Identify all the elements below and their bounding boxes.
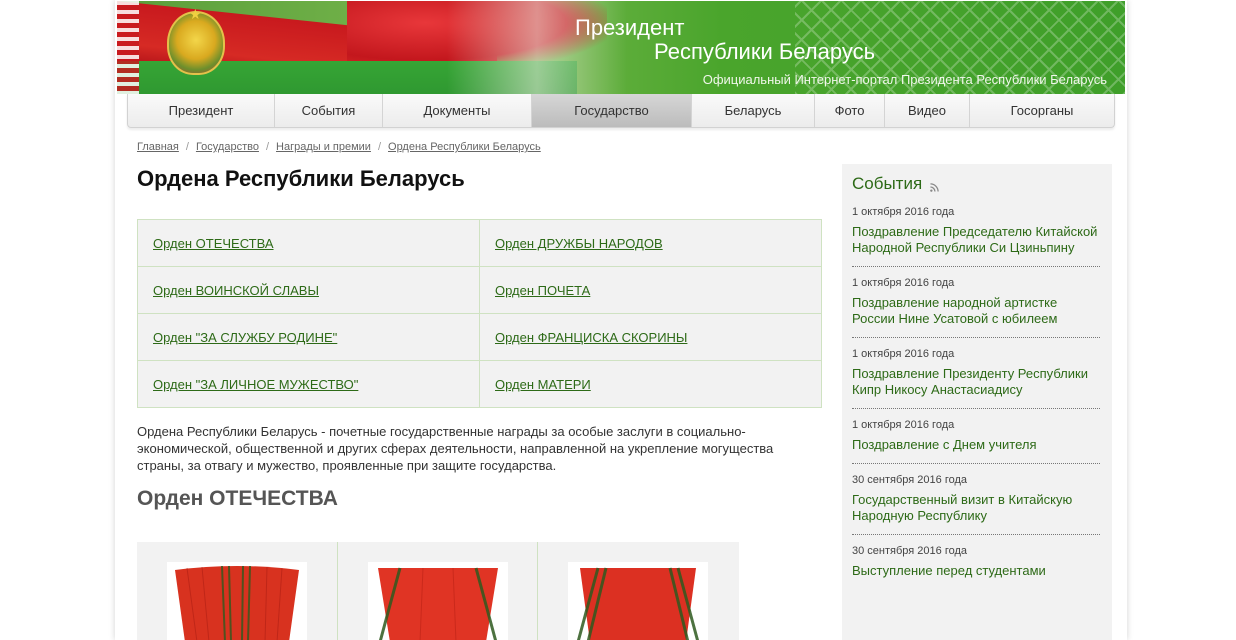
- event-link[interactable]: Государственный визит в Китайскую Народн…: [852, 492, 1100, 524]
- gallery-item[interactable]: [137, 542, 338, 640]
- event-link[interactable]: Поздравление народной артистке России Ни…: [852, 295, 1100, 327]
- order-link-mother[interactable]: Орден МАТЕРИ: [495, 377, 591, 392]
- emblem-star-icon: ★: [189, 7, 202, 23]
- header-banner: ★ Президент Республики Беларусь Официаль…: [117, 1, 1125, 94]
- order-link-fatherland[interactable]: Орден ОТЕЧЕСТВА: [153, 236, 274, 251]
- breadcrumb: Главная / Государство / Награды и премии / Орд…: [137, 141, 541, 153]
- nav-item-documents[interactable]: Документы: [383, 94, 532, 127]
- table-row: Орден ОТЕЧЕСТВА Орден ДРУЖБЫ НАРОДОВ: [137, 219, 822, 267]
- nav-item-photo[interactable]: Фото: [815, 94, 885, 127]
- list-item: 1 октября 2016 года Поздравление с Днем …: [852, 409, 1100, 464]
- orders-table: Орден ОТЕЧЕСТВА Орден ДРУЖБЫ НАРОДОВ Орд…: [137, 219, 822, 408]
- gallery-item[interactable]: [338, 542, 539, 640]
- ribbon-image: [175, 565, 299, 640]
- intro-text: Ордена Республики Беларусь - почетные го…: [137, 424, 774, 473]
- events-sidebar: События 1 октября 2016 года Поздравление…: [842, 164, 1112, 640]
- breadcrumb-home[interactable]: Главная: [137, 141, 179, 153]
- order-link-friendship[interactable]: Орден ДРУЖБЫ НАРОДОВ: [495, 236, 663, 251]
- nav-item-state[interactable]: Государство: [532, 94, 692, 127]
- order-link-skorina[interactable]: Орден ФРАНЦИСКА СКОРИНЫ: [495, 330, 687, 345]
- sidebar-title[interactable]: События: [852, 174, 922, 194]
- event-date: 30 сентября 2016 года: [852, 545, 967, 557]
- breadcrumb-awards[interactable]: Награды и премии: [276, 141, 371, 153]
- page-title: Ордена Республики Беларусь: [137, 166, 465, 191]
- event-link[interactable]: Поздравление Президенту Республики Кипр …: [852, 366, 1100, 398]
- breadcrumb-current[interactable]: Ордена Республики Беларусь: [388, 141, 541, 153]
- event-link[interactable]: Выступление перед студентами: [852, 563, 1100, 579]
- event-date: 30 сентября 2016 года: [852, 474, 967, 486]
- gallery-item[interactable]: [538, 542, 739, 640]
- event-date: 1 октября 2016 года: [852, 206, 955, 218]
- event-date: 1 октября 2016 года: [852, 348, 955, 360]
- main-nav: Президент События Документы Государство …: [127, 94, 1115, 128]
- table-row: Орден "ЗА ЛИЧНОЕ МУЖЕСТВО" Орден МАТЕРИ: [137, 360, 822, 408]
- order-link-courage[interactable]: Орден "ЗА ЛИЧНОЕ МУЖЕСТВО": [153, 377, 358, 392]
- event-date: 1 октября 2016 года: [852, 277, 955, 289]
- list-item: 30 сентября 2016 года Выступление перед …: [852, 535, 1100, 589]
- order-gallery: [137, 542, 739, 640]
- table-row: Орден "ЗА СЛУЖБУ РОДИНЕ" Орден ФРАНЦИСКА…: [137, 313, 822, 361]
- section-title: Орден ОТЕЧЕСТВА: [137, 487, 338, 510]
- rss-icon[interactable]: [930, 182, 939, 192]
- order-link-service[interactable]: Орден "ЗА СЛУЖБУ РОДИНЕ": [153, 330, 337, 345]
- nav-item-events[interactable]: События: [275, 94, 383, 127]
- event-link[interactable]: Поздравление Председателю Китайской Наро…: [852, 224, 1100, 256]
- nav-item-president[interactable]: Президент: [128, 94, 275, 127]
- event-link[interactable]: Поздравление с Днем учителя: [852, 437, 1100, 453]
- list-item: 1 октября 2016 года Поздравление народно…: [852, 267, 1100, 338]
- flag-ornament: [117, 1, 139, 94]
- list-item: 30 сентября 2016 года Государственный ви…: [852, 464, 1100, 535]
- nav-item-belarus[interactable]: Беларусь: [692, 94, 815, 127]
- site-subtitle: Официальный Интернет-портал Президента Р…: [702, 72, 1107, 87]
- site-title-line1[interactable]: Президент: [575, 15, 684, 41]
- order-link-honor[interactable]: Орден ПОЧЕТА: [495, 283, 590, 298]
- table-row: Орден ВОИНСКОЙ СЛАВЫ Орден ПОЧЕТА: [137, 266, 822, 314]
- ribbon-image: [577, 567, 700, 640]
- nav-item-video[interactable]: Видео: [885, 94, 970, 127]
- list-item: 1 октября 2016 года Поздравление Президе…: [852, 338, 1100, 409]
- ribbon-image: [377, 567, 498, 640]
- nav-item-gov-bodies[interactable]: Госорганы: [970, 94, 1114, 127]
- site-title-line2[interactable]: Республики Беларусь: [654, 39, 875, 65]
- event-date: 1 октября 2016 года: [852, 419, 955, 431]
- breadcrumb-state[interactable]: Государство: [196, 141, 259, 153]
- order-link-military-glory[interactable]: Орден ВОИНСКОЙ СЛАВЫ: [153, 283, 319, 298]
- list-item: 1 октября 2016 года Поздравление Председ…: [852, 196, 1100, 267]
